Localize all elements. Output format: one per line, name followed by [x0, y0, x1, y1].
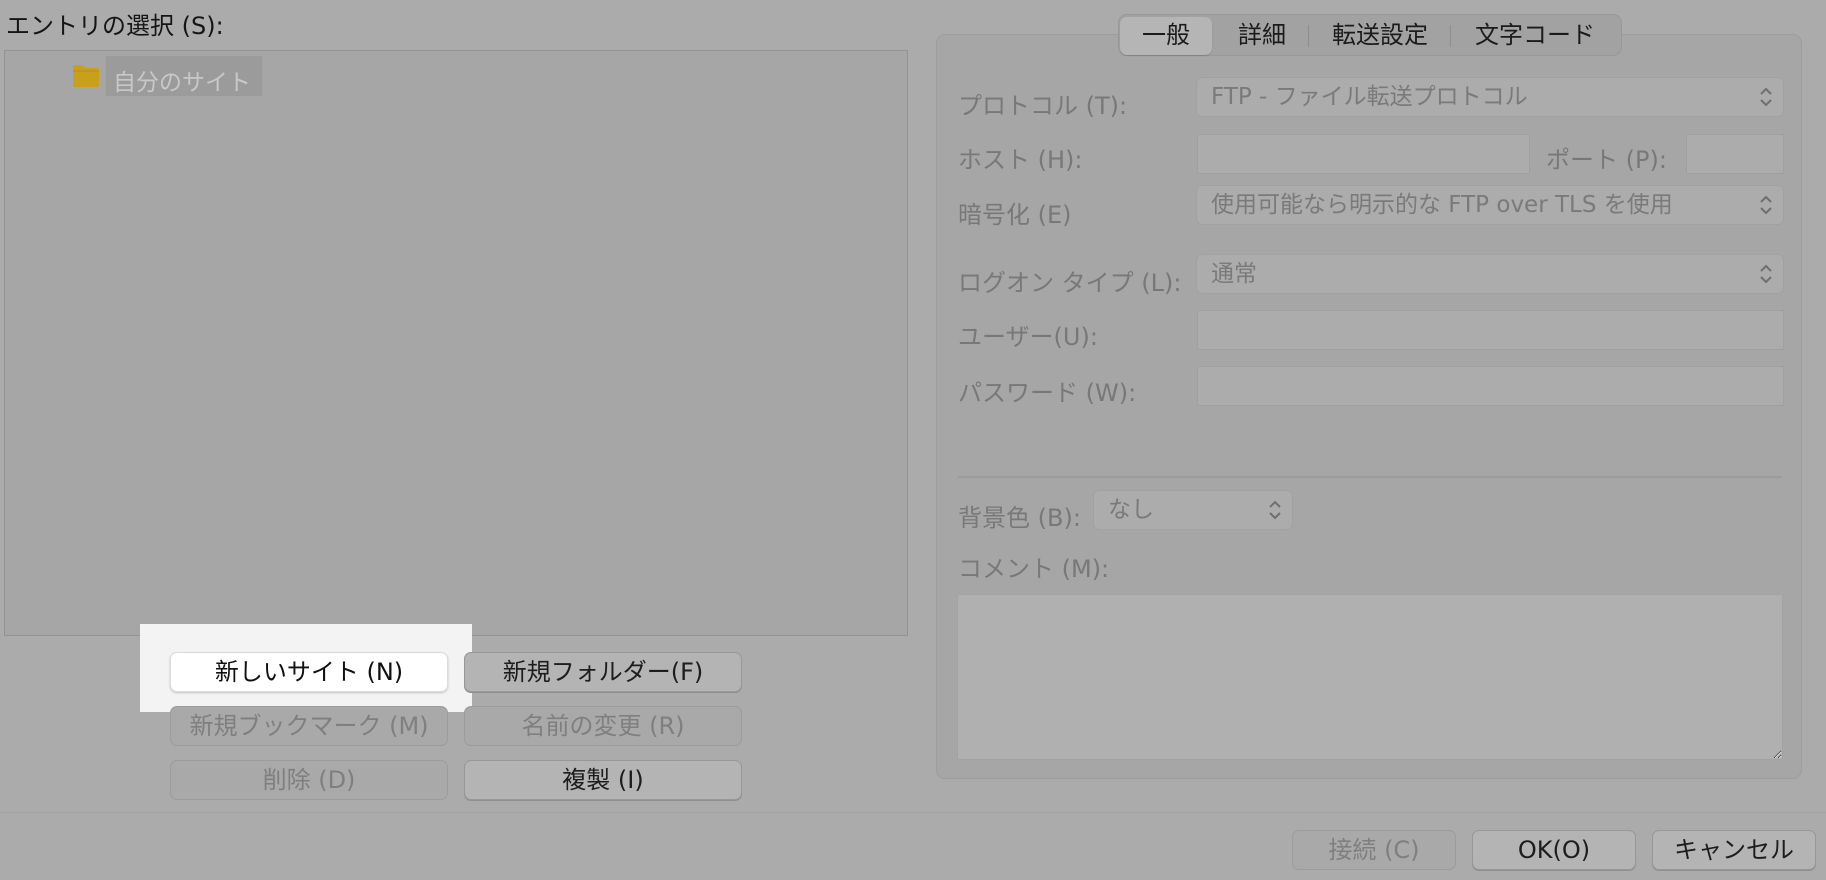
- logon-type-select[interactable]: 通常: [1196, 254, 1784, 294]
- encryption-select-value: 使用可能なら明示的な FTP over TLS を使用: [1211, 192, 1673, 218]
- tab-transfer-settings[interactable]: 転送設定: [1310, 17, 1450, 55]
- comment-label: コメント (M):: [958, 555, 1110, 583]
- chevron-updown-icon: [1760, 195, 1772, 215]
- footer-divider: [0, 812, 1826, 813]
- logon-type-select-value: 通常: [1211, 261, 1257, 287]
- port-label: ポート (P):: [1546, 146, 1667, 174]
- tab-separator: [1308, 25, 1309, 47]
- cancel-button[interactable]: キャンセル: [1652, 830, 1816, 870]
- tab-advanced[interactable]: 詳細: [1214, 17, 1310, 55]
- password-input[interactable]: [1197, 366, 1784, 406]
- section-divider: [958, 476, 1782, 478]
- protocol-select[interactable]: FTP - ファイル転送プロトコル: [1196, 77, 1784, 117]
- folder-icon: [73, 65, 99, 87]
- site-tree[interactable]: [4, 50, 908, 636]
- host-label: ホスト (H):: [958, 146, 1083, 174]
- chevron-updown-icon: [1760, 87, 1772, 107]
- chevron-updown-icon: [1760, 264, 1772, 284]
- tab-separator: [1450, 25, 1451, 47]
- host-input[interactable]: [1197, 134, 1530, 174]
- duplicate-button[interactable]: 複製 (I): [464, 760, 742, 800]
- background-color-label: 背景色 (B):: [958, 504, 1081, 532]
- rename-button[interactable]: 名前の変更 (R): [464, 706, 742, 746]
- protocol-select-value: FTP - ファイル転送プロトコル: [1211, 84, 1528, 110]
- logon-type-label: ログオン タイプ (L):: [958, 269, 1182, 297]
- chevron-updown-icon: [1269, 500, 1281, 520]
- ok-button[interactable]: OK(O): [1472, 830, 1636, 870]
- delete-button[interactable]: 削除 (D): [170, 760, 448, 800]
- new-site-button[interactable]: 新しいサイト (N): [170, 652, 448, 692]
- connect-button[interactable]: 接続 (C): [1292, 830, 1456, 870]
- port-input[interactable]: [1686, 134, 1784, 174]
- comment-textarea[interactable]: [957, 594, 1783, 760]
- protocol-label: プロトコル (T):: [958, 92, 1128, 120]
- encryption-select[interactable]: 使用可能なら明示的な FTP over TLS を使用: [1196, 185, 1784, 225]
- tab-general[interactable]: 一般: [1120, 17, 1212, 55]
- password-label: パスワード (W):: [958, 379, 1137, 407]
- user-input[interactable]: [1197, 310, 1784, 350]
- tab-charset[interactable]: 文字コード: [1452, 17, 1618, 55]
- user-label: ユーザー(U):: [958, 323, 1098, 351]
- new-bookmark-button[interactable]: 新規ブックマーク (M): [170, 706, 448, 746]
- new-folder-button[interactable]: 新規フォルダー(F): [464, 652, 742, 692]
- background-color-select[interactable]: なし: [1093, 490, 1293, 530]
- background-color-select-value: なし: [1108, 497, 1154, 523]
- entry-select-label: エントリの選択 (S):: [6, 12, 224, 40]
- encryption-label: 暗号化 (E): [958, 201, 1072, 229]
- tree-item-label: 自分のサイト: [113, 70, 251, 96]
